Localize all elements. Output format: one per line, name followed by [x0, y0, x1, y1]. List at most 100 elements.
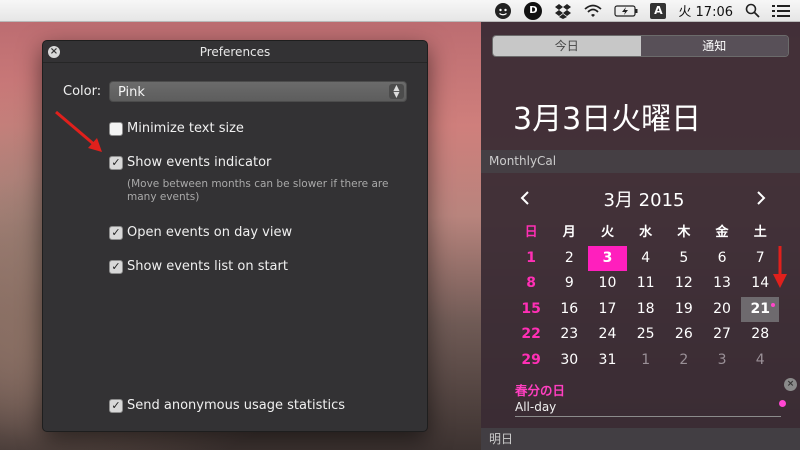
- day-cell-selected[interactable]: 21: [741, 296, 780, 322]
- tab-notifications[interactable]: 通知: [640, 36, 788, 56]
- dropbox-icon[interactable]: [554, 0, 572, 22]
- nc-segmented-control: 今日 通知: [492, 35, 789, 57]
- next-month-icon[interactable]: [755, 187, 769, 211]
- weekday-label: 月: [562, 225, 576, 240]
- day-cell[interactable]: 17: [588, 297, 626, 323]
- day-cell[interactable]: 15: [512, 297, 550, 323]
- day-cell[interactable]: 4: [627, 246, 665, 272]
- weekday-label: 水: [639, 225, 653, 240]
- checkbox-send-usage-stats[interactable]: ✓: [109, 398, 123, 413]
- event-color-dot: [779, 400, 786, 407]
- day-number: 21: [750, 300, 770, 317]
- option-send-usage-stats[interactable]: ✓ Send anonymous usage statistics: [109, 398, 345, 413]
- checkbox-minimize-text[interactable]: [109, 121, 123, 136]
- option-hint: (Move between months can be slower if th…: [127, 178, 389, 203]
- wifi-icon[interactable]: [584, 0, 602, 22]
- day-cell-next-month[interactable]: 3: [703, 348, 741, 374]
- checkbox-show-events-list[interactable]: ✓: [109, 259, 123, 274]
- day-cell[interactable]: 13: [703, 271, 741, 297]
- select-arrows-icon: ▲ ▼: [389, 84, 404, 99]
- checkbox-show-events-indicator[interactable]: ✓: [109, 155, 123, 170]
- option-label: Show events indicator: [127, 155, 272, 170]
- day-cell[interactable]: 6: [703, 246, 741, 272]
- day-cell-today[interactable]: 3: [588, 245, 627, 271]
- close-icon[interactable]: ×: [48, 46, 60, 58]
- option-open-events-day-view[interactable]: ✓ Open events on day view: [109, 225, 292, 240]
- event-indicator-dot: [771, 303, 776, 307]
- color-row: Color: Pink ▲ ▼: [63, 81, 407, 102]
- window-titlebar: × Preferences: [43, 41, 427, 63]
- day-cell[interactable]: 27: [703, 322, 741, 348]
- annotation-arrow-down-icon: [773, 246, 787, 288]
- day-cell[interactable]: 1: [512, 246, 550, 272]
- window-title: Preferences: [199, 45, 271, 59]
- battery-icon[interactable]: [614, 0, 638, 22]
- option-label: Send anonymous usage statistics: [127, 398, 346, 413]
- day-cell[interactable]: 23: [550, 322, 588, 348]
- day-cell[interactable]: 18: [627, 297, 665, 323]
- day-cell[interactable]: 20: [703, 297, 741, 323]
- day-cell[interactable]: 8: [512, 271, 550, 297]
- widget-title: MonthlyCal: [481, 150, 800, 173]
- day-cell[interactable]: 30: [550, 348, 588, 374]
- date-heading: 3月3日火曜日: [513, 102, 702, 137]
- option-show-events-indicator[interactable]: ✓ Show events indicator: [109, 155, 271, 170]
- tomorrow-section-label: 明日: [481, 428, 800, 450]
- day-cell[interactable]: 5: [665, 246, 703, 272]
- week-row: 1 2 3 4 5 6 7: [512, 245, 784, 272]
- day-cell[interactable]: 16: [550, 297, 588, 323]
- day-cell[interactable]: 2: [550, 246, 588, 272]
- checkbox-open-events-day-view[interactable]: ✓: [109, 225, 123, 240]
- weekday-label: 火: [600, 225, 614, 240]
- list-icon[interactable]: [772, 0, 790, 22]
- prev-month-icon[interactable]: [519, 187, 533, 211]
- day-cell[interactable]: 25: [627, 322, 665, 348]
- color-label: Color:: [63, 84, 102, 99]
- annotation-arrow-icon: [55, 110, 102, 152]
- option-label: Show events list on start: [127, 259, 288, 274]
- day-cell[interactable]: 19: [665, 297, 703, 323]
- weekday-label: 木: [677, 225, 691, 240]
- day-cell[interactable]: 24: [588, 322, 626, 348]
- event-title: 春分の日: [515, 383, 566, 398]
- week-row: 15 16 17 18 19 20 21: [512, 296, 784, 323]
- option-label: Open events on day view: [127, 225, 293, 240]
- day-cell[interactable]: 11: [627, 271, 665, 297]
- color-select-value: Pink: [118, 85, 145, 100]
- day-cell[interactable]: 22: [512, 322, 550, 348]
- day-cell[interactable]: 31: [588, 348, 626, 374]
- notification-center: 今日 通知 3月3日火曜日 MonthlyCal 3月 2015 日 月 火 水…: [481, 22, 800, 450]
- option-minimize-text[interactable]: Minimize text size: [109, 121, 244, 136]
- week-row: 29 30 31 1 2 3 4: [512, 348, 784, 374]
- search-icon[interactable]: [745, 0, 760, 22]
- month-title: 3月 2015: [603, 190, 685, 211]
- close-events-icon[interactable]: ×: [784, 378, 797, 391]
- week-row: 22 23 24 25 26 27 28: [512, 322, 784, 348]
- option-show-events-list[interactable]: ✓ Show events list on start: [109, 259, 288, 274]
- face-icon[interactable]: [494, 0, 512, 22]
- event-time: All-day: [515, 400, 781, 417]
- tab-today[interactable]: 今日: [493, 36, 641, 56]
- day-cell-next-month[interactable]: 1: [627, 348, 665, 374]
- day-cell[interactable]: 29: [512, 348, 550, 374]
- menu-bar: D A 火 17:06: [0, 0, 800, 22]
- week-row: 8 9 10 11 12 13 14: [512, 271, 784, 297]
- weekday-label: 日: [524, 225, 538, 240]
- calendar-grid: 日 月 火 水 木 金 土 1 2 3 4 5 6 7 8 9 10 11 12…: [512, 220, 784, 373]
- weekday-header: 日 月 火 水 木 金 土: [512, 220, 784, 246]
- preferences-window: × Preferences Color: Pink ▲ ▼ Minimize te…: [42, 40, 428, 432]
- day-cell[interactable]: 12: [665, 271, 703, 297]
- day-cell[interactable]: 9: [550, 271, 588, 297]
- menubar-clock[interactable]: 火 17:06: [678, 0, 733, 22]
- input-badge: A: [650, 2, 667, 19]
- month-nav: 3月 2015: [519, 186, 769, 212]
- event-item[interactable]: 春分の日 All-day ×: [515, 378, 797, 417]
- input-a-icon[interactable]: A: [650, 0, 667, 22]
- d-icon[interactable]: D: [524, 0, 543, 22]
- day-cell[interactable]: 10: [588, 271, 626, 297]
- color-select[interactable]: Pink ▲ ▼: [109, 81, 407, 102]
- day-cell[interactable]: 26: [665, 322, 703, 348]
- day-cell-next-month[interactable]: 4: [741, 348, 779, 374]
- day-cell-next-month[interactable]: 2: [665, 348, 703, 374]
- day-cell[interactable]: 28: [741, 322, 779, 348]
